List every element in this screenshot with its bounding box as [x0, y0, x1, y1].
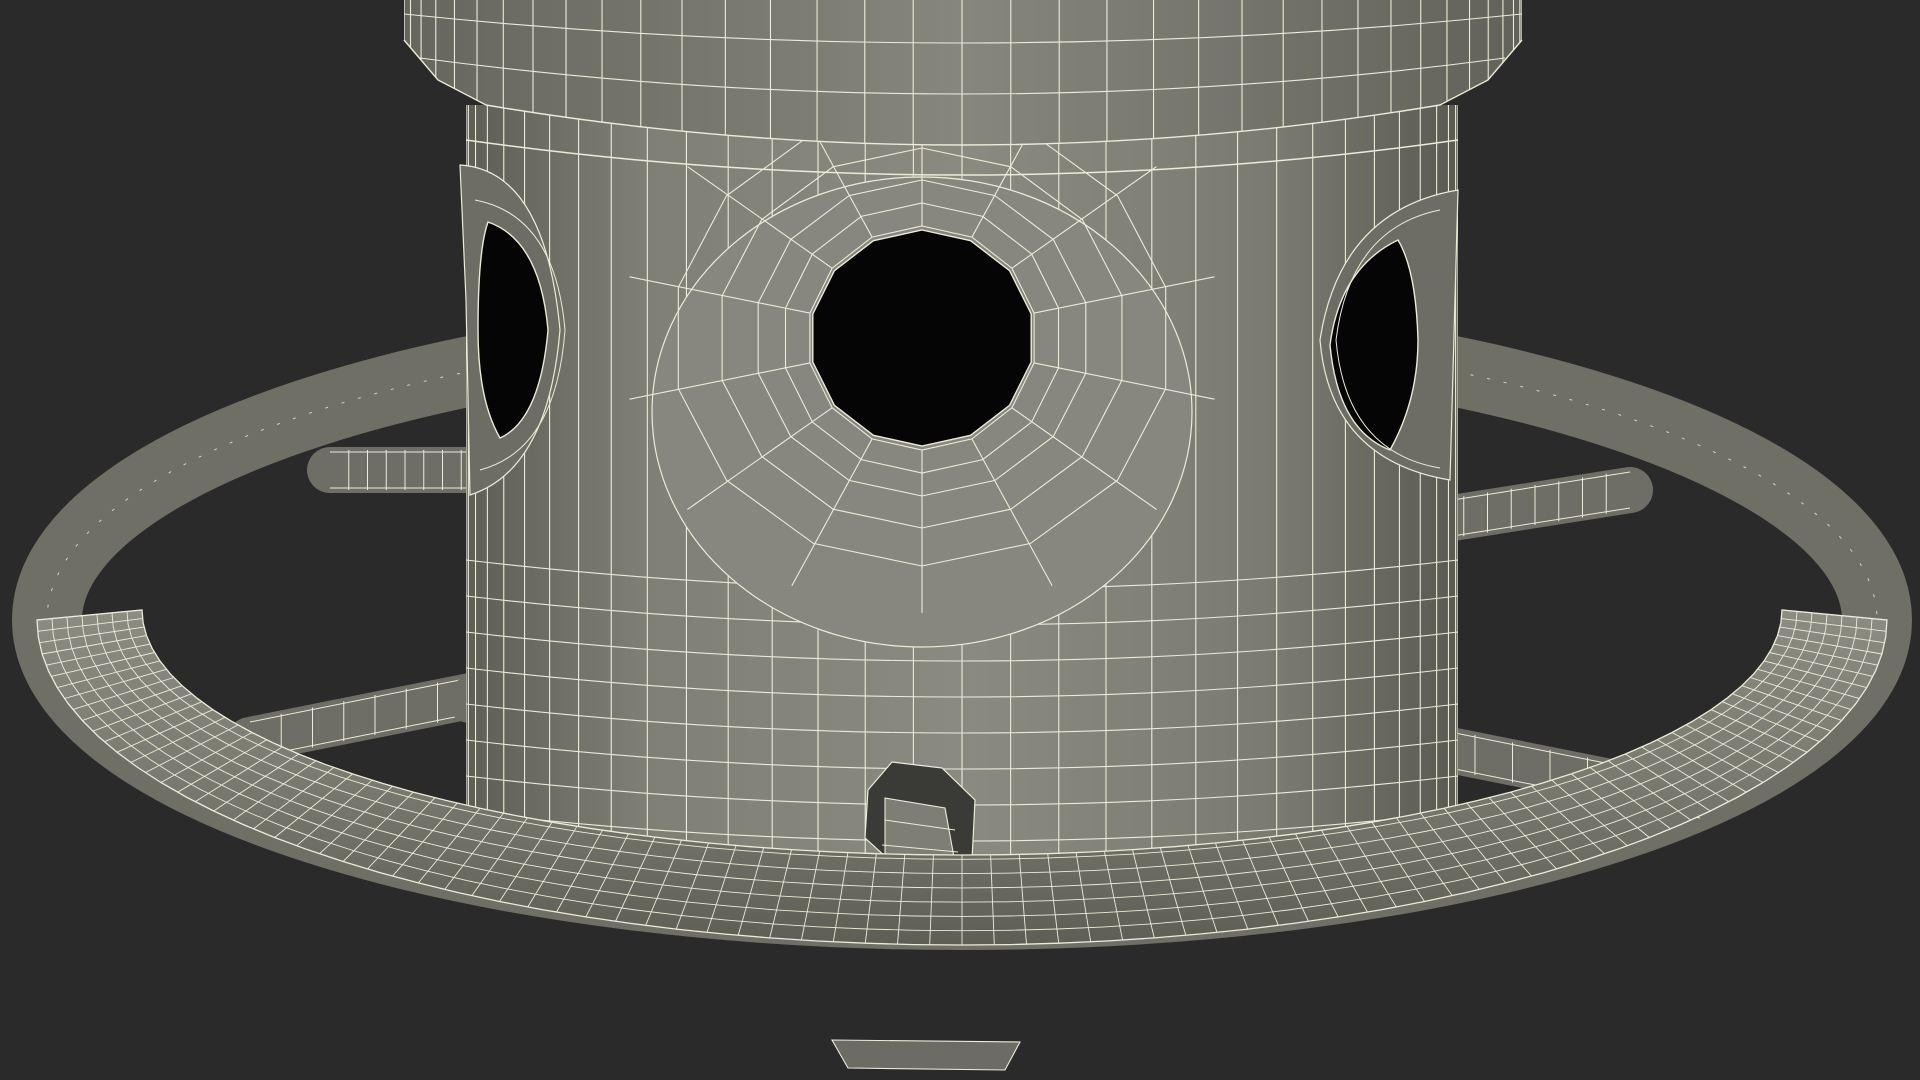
- bottom-foot: [831, 1039, 1021, 1071]
- wireframe-bird-feeder: [12, 0, 1912, 1071]
- render-viewport: [0, 0, 1920, 1080]
